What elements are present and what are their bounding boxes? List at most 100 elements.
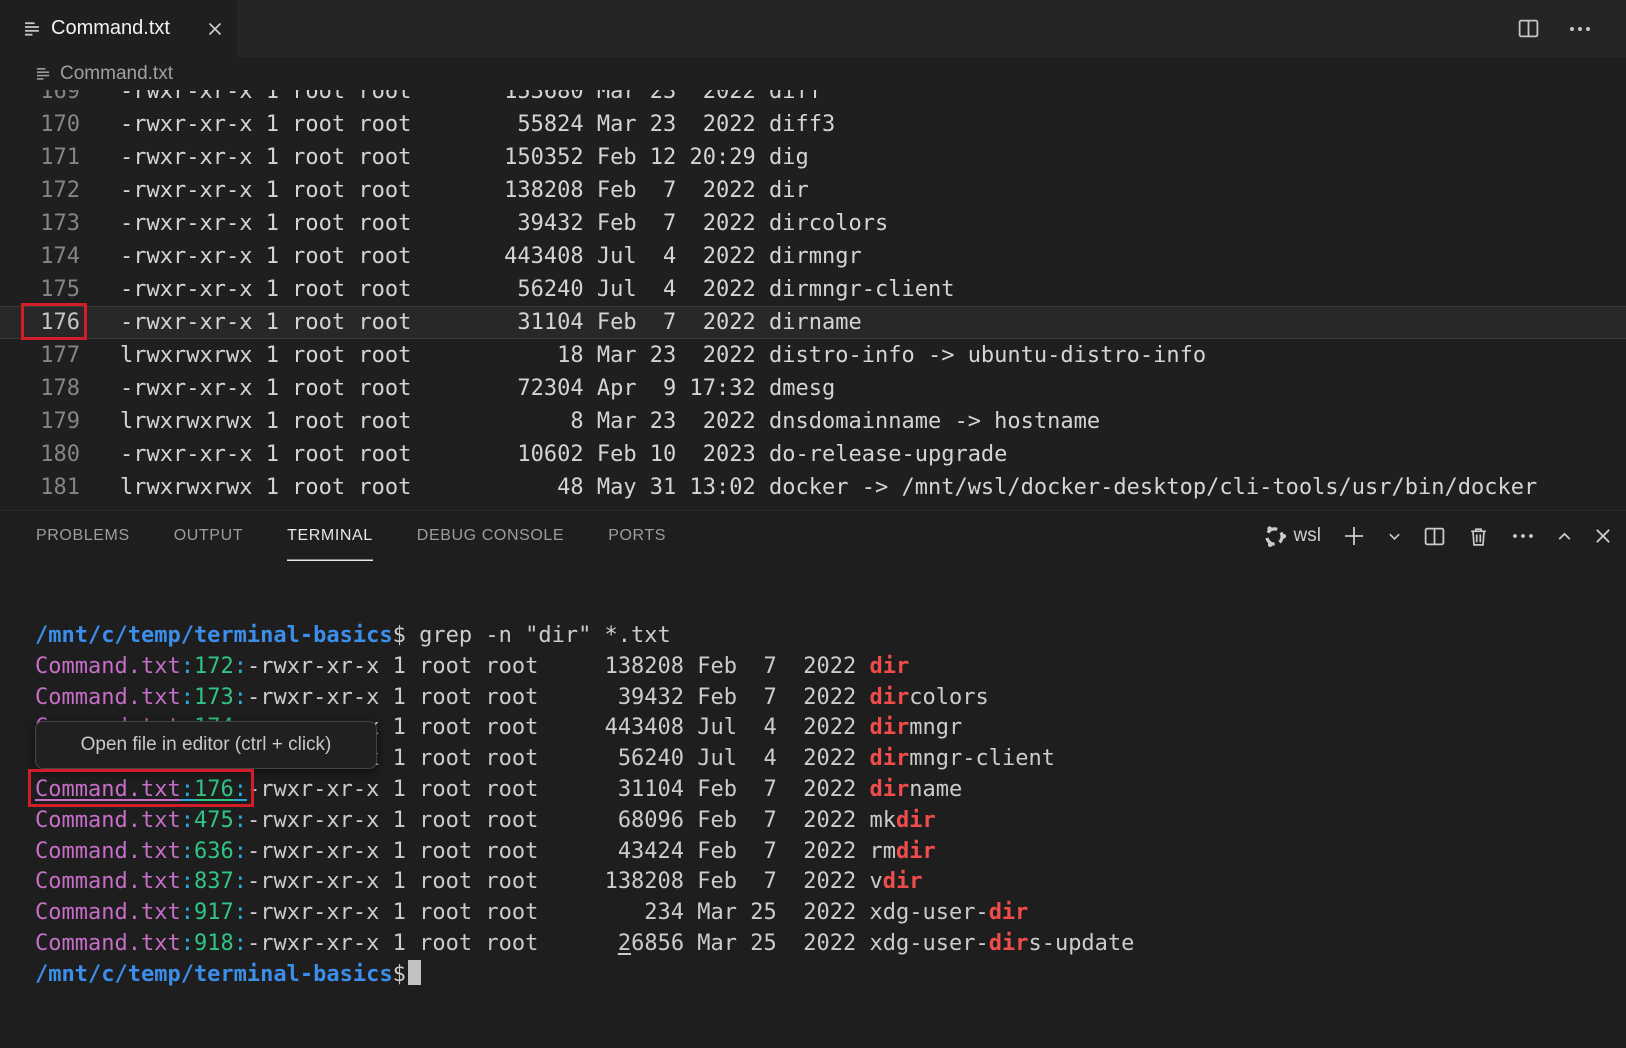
terminal-text: dir [869,654,909,679]
terminal-text: -rwxr-xr-x 1 root root 31104 Feb 7 2022 [247,777,870,802]
terminal-text: Command.txt [35,685,181,710]
editor-line-169[interactable]: 169-rwxr-xr-x 1 root root 153680 Mar 23 … [0,90,1626,108]
terminal-text: -rwxr-xr-x 1 root root 234 Mar 25 2022 x… [247,900,989,925]
terminal-text: Command.txt [35,808,181,833]
terminal-text: mngr-client [909,746,1055,771]
editor-line-179[interactable]: 179lrwxrwxrwx 1 root root 8 Mar 23 2022 … [0,405,1626,438]
line-number: 174 [0,240,80,273]
terminal-profile[interactable]: wsl [1262,524,1321,549]
line-text: -rwxr-xr-x 1 root root 443408 Jul 4 2022… [80,240,862,273]
terminal-text: Command.txt [35,839,181,864]
line-number: 178 [0,372,80,405]
terminal-text: : [234,808,247,833]
prompt-command: /mnt/c/temp/terminal-basics$ grep -n "di… [35,621,1626,652]
split-editor-icon[interactable] [1517,17,1540,40]
kill-terminal-trash-icon[interactable] [1467,525,1490,548]
panel-tab-debug-console[interactable]: DEBUG CONSOLE [417,511,564,561]
editor-line-175[interactable]: 175-rwxr-xr-x 1 root root 56240 Jul 4 20… [0,273,1626,306]
line-number: 169 [0,90,80,108]
line-text: -rwxr-xr-x 1 root root 31104 Feb 7 2022 … [80,306,862,339]
editor-actions [1517,0,1626,57]
grep-result-918: Command.txt:918:-rwxr-xr-x 1 root root 2… [35,929,1626,960]
ubuntu-wsl-icon [1262,524,1287,549]
line-number: 172 [0,174,80,207]
terminal-launch-chevron-down-icon[interactable] [1387,529,1402,544]
terminal-text: : [234,839,247,864]
terminal-text: 172 [194,654,234,679]
terminal-profile-label: wsl [1294,525,1321,547]
tab-close-icon[interactable] [207,21,223,37]
link-tooltip: Open file in editor (ctrl + click) [35,721,377,769]
vscode-window: Command.txt [0,0,1626,1048]
editor-line-181[interactable]: 181lrwxrwxrwx 1 root root 48 May 31 13:0… [0,471,1626,504]
terminal-output[interactable]: /mnt/c/temp/terminal-basics$ grep -n "di… [35,621,1626,991]
line-text: lrwxrwxrwx 1 root root 48 May 31 13:02 d… [80,471,1537,504]
editor-line-174[interactable]: 174-rwxr-xr-x 1 root root 443408 Jul 4 2… [0,240,1626,273]
editor-pane[interactable]: 169-rwxr-xr-x 1 root root 153680 Mar 23 … [0,90,1626,510]
panel-tab-terminal[interactable]: TERMINAL [287,511,373,561]
annotation-box-terminal-link [28,769,254,807]
terminal-text: : [181,808,194,833]
terminal-text: /mnt/c/temp/terminal-basics [35,962,393,987]
line-text: -rwxr-xr-x 1 root root 72304 Apr 9 17:32… [80,372,835,405]
editor-line-170[interactable]: 170-rwxr-xr-x 1 root root 55824 Mar 23 2… [0,108,1626,141]
terminal-text: -rwxr-xr-x 1 root root 43424 Feb 7 2022 … [247,839,896,864]
grep-result-636: Command.txt:636:-rwxr-xr-x 1 root root 4… [35,837,1626,868]
terminal-text: 2 [618,931,631,956]
tab-label: Command.txt [51,17,170,40]
split-terminal-icon[interactable] [1423,525,1446,548]
terminal-text: : [181,869,194,894]
tooltip-text: Open file in editor (ctrl + click) [81,734,332,756]
terminal-text: mngr [909,715,962,740]
editor-line-171[interactable]: 171-rwxr-xr-x 1 root root 150352 Feb 12 … [0,141,1626,174]
grep-result-837: Command.txt:837:-rwxr-xr-x 1 root root 1… [35,867,1626,898]
breadcrumb[interactable]: Command.txt [0,57,1626,90]
terminal-text: 917 [194,900,234,925]
editor-tab-bar: Command.txt [0,0,1626,57]
line-text: -rwxr-xr-x 1 root root 138208 Feb 7 2022… [80,174,809,207]
editor-line-180[interactable]: 180-rwxr-xr-x 1 root root 10602 Feb 10 2… [0,438,1626,471]
terminal-text: dir [896,808,936,833]
terminal-text: : [181,839,194,864]
panel-actions: wsl [1262,511,1612,561]
terminal-text: -rwxr-xr-x 1 root root 138208 Feb 7 2022… [247,869,883,894]
line-text: -rwxr-xr-x 1 root root 39432 Feb 7 2022 … [80,207,888,240]
terminal-text: : [234,654,247,679]
grep-result-917: Command.txt:917:-rwxr-xr-x 1 root root 2… [35,898,1626,929]
terminal-text: 173 [194,685,234,710]
panel-tab-problems[interactable]: PROBLEMS [36,511,130,561]
annotation-box-line-176 [21,303,87,340]
line-number: 180 [0,438,80,471]
terminal-text: : [181,685,194,710]
editor-line-173[interactable]: 173-rwxr-xr-x 1 root root 39432 Feb 7 20… [0,207,1626,240]
terminal-text: Command.txt [35,931,181,956]
close-panel-icon[interactable] [1594,527,1612,545]
maximize-panel-chevron-up-icon[interactable] [1556,528,1573,545]
prompt-idle: /mnt/c/temp/terminal-basics$ [35,960,1626,991]
panel-tab-output[interactable]: OUTPUT [174,511,243,561]
grep-result-173: Command.txt:173:-rwxr-xr-x 1 root root 3… [35,683,1626,714]
txt-file-icon [36,66,51,81]
editor-line-176[interactable]: 176-rwxr-xr-x 1 root root 31104 Feb 7 20… [0,306,1626,339]
editor-line-177[interactable]: 177lrwxrwxrwx 1 root root 18 Mar 23 2022… [0,339,1626,372]
new-terminal-icon[interactable] [1342,524,1366,548]
line-number: 170 [0,108,80,141]
editor-line-178[interactable]: 178-rwxr-xr-x 1 root root 72304 Apr 9 17… [0,372,1626,405]
editor-line-172[interactable]: 172-rwxr-xr-x 1 root root 138208 Feb 7 2… [0,174,1626,207]
terminal-text: : [234,931,247,956]
line-number: 181 [0,471,80,504]
tab-command-txt[interactable]: Command.txt [0,0,237,57]
line-number: 177 [0,339,80,372]
terminal-text: 475 [194,808,234,833]
terminal-text: /mnt/c/temp/terminal-basics [35,623,393,648]
terminal-text: $ [393,962,406,987]
panel-more-actions-icon[interactable] [1511,524,1535,548]
terminal-text: -rwxr-xr-x 1 root root [247,931,618,956]
line-text: -rwxr-xr-x 1 root root 55824 Mar 23 2022… [80,108,835,141]
more-actions-icon[interactable] [1568,17,1592,41]
terminal-text: : [234,685,247,710]
panel-tab-ports[interactable]: PORTS [608,511,666,561]
terminal-text: : [181,900,194,925]
breadcrumb-item-filename[interactable]: Command.txt [60,63,173,85]
terminal-text: dir [989,900,1029,925]
